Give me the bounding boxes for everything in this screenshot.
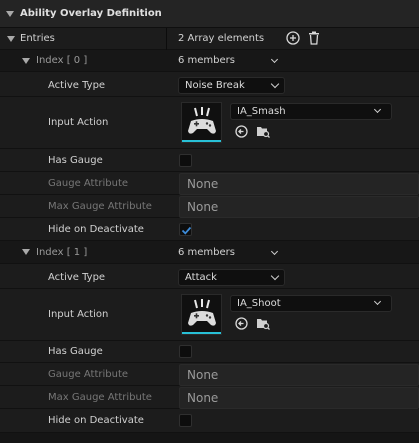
input-action-value: IA_Shoot bbox=[237, 298, 281, 309]
property-row: Max Gauge Attribute None bbox=[0, 386, 419, 409]
property-row: Has Gauge bbox=[0, 341, 419, 363]
entries-label: Entries bbox=[20, 33, 55, 44]
input-action-value: IA_Smash bbox=[237, 106, 286, 117]
asset-type-color-bar bbox=[182, 332, 221, 334]
has-gauge-checkbox[interactable] bbox=[179, 154, 192, 167]
arrow-left-circle-icon[interactable] bbox=[235, 125, 248, 138]
has-gauge-label: Has Gauge bbox=[48, 346, 103, 357]
index-row: Index [ 0 ] 6 members bbox=[0, 50, 419, 114]
max-gauge-attribute-field[interactable]: None bbox=[179, 387, 419, 409]
hide-on-deactivate-label: Hide on Deactivate bbox=[48, 415, 144, 426]
active-type-value: Noise Break bbox=[185, 80, 245, 91]
property-row: Input Action IA_Smash bbox=[0, 97, 419, 149]
gauge-attribute-label: Gauge Attribute bbox=[48, 178, 129, 189]
hide-on-deactivate-label: Hide on Deactivate bbox=[48, 224, 144, 235]
active-type-label: Active Type bbox=[48, 272, 106, 283]
property-row: Hide on Deactivate bbox=[0, 218, 419, 241]
entries-expand-arrow-icon[interactable] bbox=[7, 36, 15, 42]
asset-type-color-bar bbox=[182, 140, 221, 142]
property-row: Gauge Attribute None bbox=[0, 172, 419, 195]
active-type-label: Active Type bbox=[48, 80, 106, 91]
collapse-arrow-icon[interactable] bbox=[6, 11, 14, 17]
trash-icon[interactable] bbox=[308, 31, 320, 45]
input-action-dropdown[interactable]: IA_Smash bbox=[230, 103, 392, 120]
max-gauge-attribute-label: Max Gauge Attribute bbox=[48, 201, 152, 212]
index-label: Index [ 0 ] bbox=[36, 55, 88, 66]
active-type-dropdown[interactable]: Attack bbox=[178, 269, 285, 286]
array-count: 2 Array elements bbox=[178, 33, 265, 44]
max-gauge-attribute-value: None bbox=[187, 391, 219, 405]
plus-circle-icon[interactable] bbox=[286, 31, 300, 45]
active-type-dropdown[interactable]: Noise Break bbox=[178, 77, 285, 94]
entries-row: Entries 2 Array elements bbox=[0, 28, 419, 50]
section-title: Ability Overlay Definition bbox=[20, 8, 162, 19]
gamepad-icon bbox=[188, 299, 216, 326]
index-0-expand-arrow-icon[interactable] bbox=[22, 58, 30, 64]
has-gauge-label: Has Gauge bbox=[48, 155, 103, 166]
members-combo[interactable]: 6 members bbox=[178, 247, 235, 258]
asset-thumbnail[interactable] bbox=[181, 294, 222, 335]
gauge-attribute-value: None bbox=[187, 368, 219, 382]
input-action-label: Input Action bbox=[48, 309, 109, 320]
max-gauge-attribute-field[interactable]: None bbox=[179, 196, 419, 218]
folder-search-icon[interactable] bbox=[256, 125, 270, 138]
max-gauge-attribute-value: None bbox=[187, 200, 219, 214]
index-row: Index [ 1 ] 6 members bbox=[0, 241, 419, 264]
max-gauge-attribute-label: Max Gauge Attribute bbox=[48, 392, 152, 403]
active-type-value: Attack bbox=[185, 272, 217, 283]
property-row: Input Action IA_Shoot bbox=[0, 289, 419, 341]
gamepad-icon bbox=[188, 107, 216, 134]
chevron-down-icon bbox=[270, 79, 280, 89]
input-action-label: Input Action bbox=[48, 117, 109, 128]
checkmark-icon bbox=[181, 226, 192, 235]
property-row: Has Gauge bbox=[0, 149, 419, 172]
property-row: Active Type Noise Break bbox=[0, 72, 419, 97]
property-row: Hide on Deactivate bbox=[0, 409, 419, 433]
property-row: Gauge Attribute None bbox=[0, 363, 419, 386]
hide-on-deactivate-checkbox[interactable] bbox=[179, 223, 192, 236]
arrow-left-circle-icon[interactable] bbox=[235, 317, 248, 330]
members-combo[interactable]: 6 members bbox=[178, 55, 235, 66]
index-1-expand-arrow-icon[interactable] bbox=[22, 249, 30, 255]
input-action-dropdown[interactable]: IA_Shoot bbox=[230, 295, 392, 312]
asset-thumbnail[interactable] bbox=[181, 102, 222, 143]
gauge-attribute-label: Gauge Attribute bbox=[48, 369, 129, 380]
index-label: Index [ 1 ] bbox=[36, 247, 88, 258]
property-row: Max Gauge Attribute None bbox=[0, 195, 419, 218]
gauge-attribute-field[interactable]: None bbox=[179, 173, 419, 195]
has-gauge-checkbox[interactable] bbox=[179, 345, 192, 358]
gauge-attribute-value: None bbox=[187, 177, 219, 191]
hide-on-deactivate-checkbox[interactable] bbox=[179, 414, 192, 427]
folder-search-icon[interactable] bbox=[256, 317, 270, 330]
panel-bottom bbox=[0, 433, 419, 443]
gauge-attribute-field[interactable]: None bbox=[179, 364, 419, 386]
chevron-down-icon bbox=[270, 271, 280, 281]
property-row: Active Type Attack bbox=[0, 264, 419, 289]
section-header[interactable]: Ability Overlay Definition bbox=[0, 0, 419, 28]
